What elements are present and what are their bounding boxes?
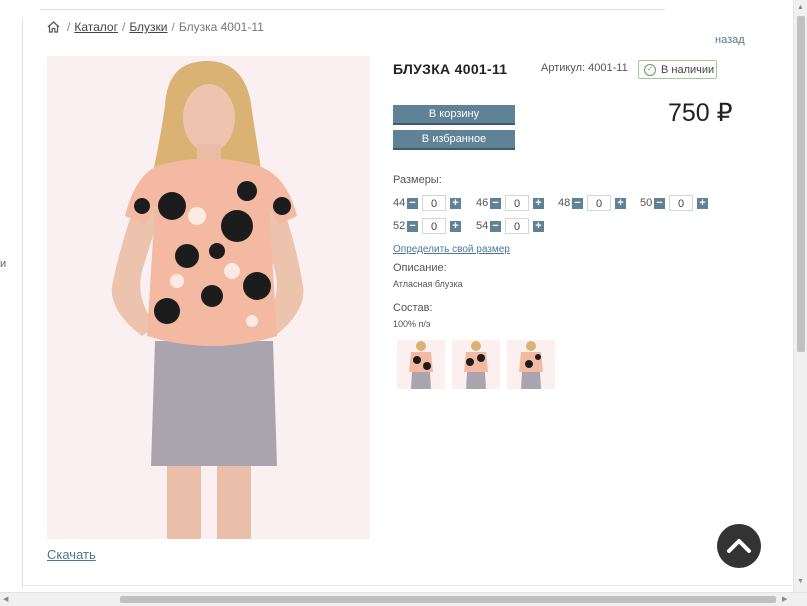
minus-icon[interactable]: − — [572, 197, 583, 209]
article-number: Артикул: 4001-11 — [541, 62, 628, 74]
check-icon: ✓ — [644, 63, 656, 76]
breadcrumb-current: Блузка 4001-11 — [178, 20, 264, 34]
minus-icon[interactable]: − — [407, 220, 418, 232]
scroll-up-arrow-icon[interactable]: ▲ — [797, 4, 804, 11]
thumbnail-image — [397, 340, 445, 389]
stock-text: В наличии — [661, 63, 715, 76]
product-thumbnail[interactable] — [452, 340, 500, 389]
vertical-scroll-thumb[interactable] — [797, 16, 805, 352]
sizes-label: Размеры: — [393, 174, 442, 186]
breadcrumb: / Каталог / Блузки / Блузка 4001-11 — [47, 20, 264, 34]
scroll-to-top-button[interactable] — [717, 524, 761, 568]
size-option: 44 − 0 + — [393, 195, 461, 211]
size-number: 54 — [476, 220, 489, 232]
add-to-favorites-button[interactable]: В избранное — [393, 130, 515, 150]
quantity-field[interactable]: 0 — [505, 195, 529, 211]
composition-text: 100% п/э — [393, 319, 431, 329]
size-number: 46 — [476, 197, 489, 209]
breadcrumb-separator: / — [171, 20, 175, 34]
quantity-field[interactable]: 0 — [422, 218, 446, 234]
top-divider — [40, 9, 665, 10]
thumbnail-image — [452, 340, 500, 389]
breadcrumb-separator: / — [121, 20, 126, 34]
product-illustration — [47, 56, 370, 539]
size-option: 48 − 0 + — [558, 195, 626, 211]
description-text: Атласная блузка — [393, 279, 463, 289]
size-option: 52 − 0 + — [393, 218, 461, 234]
size-guide-link[interactable]: Определить свой размер — [393, 244, 510, 255]
product-thumbnail[interactable] — [507, 340, 555, 389]
back-link[interactable]: назад — [715, 34, 745, 46]
quantity-field[interactable]: 0 — [422, 195, 446, 211]
product-price: 750 ₽ — [668, 99, 733, 127]
scroll-left-arrow-icon[interactable]: ◀ — [3, 595, 8, 603]
left-divider — [22, 18, 23, 588]
product-title: БЛУЗКА 4001-11 — [393, 61, 508, 77]
home-icon[interactable] — [47, 21, 60, 33]
quantity-field[interactable]: 0 — [587, 195, 611, 211]
thumbnail-image — [507, 340, 555, 389]
minus-icon[interactable]: − — [490, 197, 501, 209]
vertical-scrollbar[interactable]: ▲ ▼ — [793, 0, 807, 592]
size-number: 48 — [558, 197, 571, 209]
product-thumbnail[interactable] — [397, 340, 445, 389]
size-option: 46 − 0 + — [476, 195, 544, 211]
plus-icon[interactable]: + — [615, 197, 626, 209]
plus-icon[interactable]: + — [450, 197, 461, 209]
minus-icon[interactable]: − — [654, 197, 665, 209]
article-value: 4001-11 — [588, 62, 628, 74]
plus-icon[interactable]: + — [450, 220, 461, 232]
quantity-field[interactable]: 0 — [505, 218, 529, 234]
stock-badge: ✓ В наличии — [638, 60, 717, 79]
size-option: 50 − 0 + — [640, 195, 708, 211]
minus-icon[interactable]: − — [407, 197, 418, 209]
plus-icon[interactable]: + — [697, 197, 708, 209]
horizontal-scroll-thumb[interactable] — [120, 596, 776, 603]
breadcrumb-category-link[interactable]: Блузки — [129, 20, 167, 34]
left-edge-text: и — [0, 258, 7, 270]
plus-icon[interactable]: + — [533, 197, 544, 209]
breadcrumb-separator: / — [67, 20, 71, 34]
scroll-down-arrow-icon[interactable]: ▼ — [797, 578, 804, 585]
scroll-right-arrow-icon[interactable]: ▶ — [782, 595, 787, 603]
breadcrumb-catalog-link[interactable]: Каталог — [74, 20, 118, 34]
product-main-image[interactable] — [47, 56, 370, 539]
quantity-field[interactable]: 0 — [669, 195, 693, 211]
bottom-divider — [22, 585, 792, 586]
article-label: Артикул: — [541, 62, 586, 74]
size-number: 52 — [393, 220, 406, 232]
chevron-up-icon — [727, 539, 751, 553]
description-label: Описание: — [393, 262, 447, 274]
add-to-cart-button[interactable]: В корзину — [393, 105, 515, 125]
composition-label: Состав: — [393, 302, 433, 314]
download-link[interactable]: Скачать — [47, 547, 96, 562]
size-number: 44 — [393, 197, 406, 209]
size-number: 50 — [640, 197, 653, 209]
horizontal-scrollbar[interactable]: ◀ ▶ — [0, 592, 807, 606]
size-option: 54 − 0 + — [476, 218, 544, 234]
plus-icon[interactable]: + — [533, 220, 544, 232]
minus-icon[interactable]: − — [490, 220, 501, 232]
